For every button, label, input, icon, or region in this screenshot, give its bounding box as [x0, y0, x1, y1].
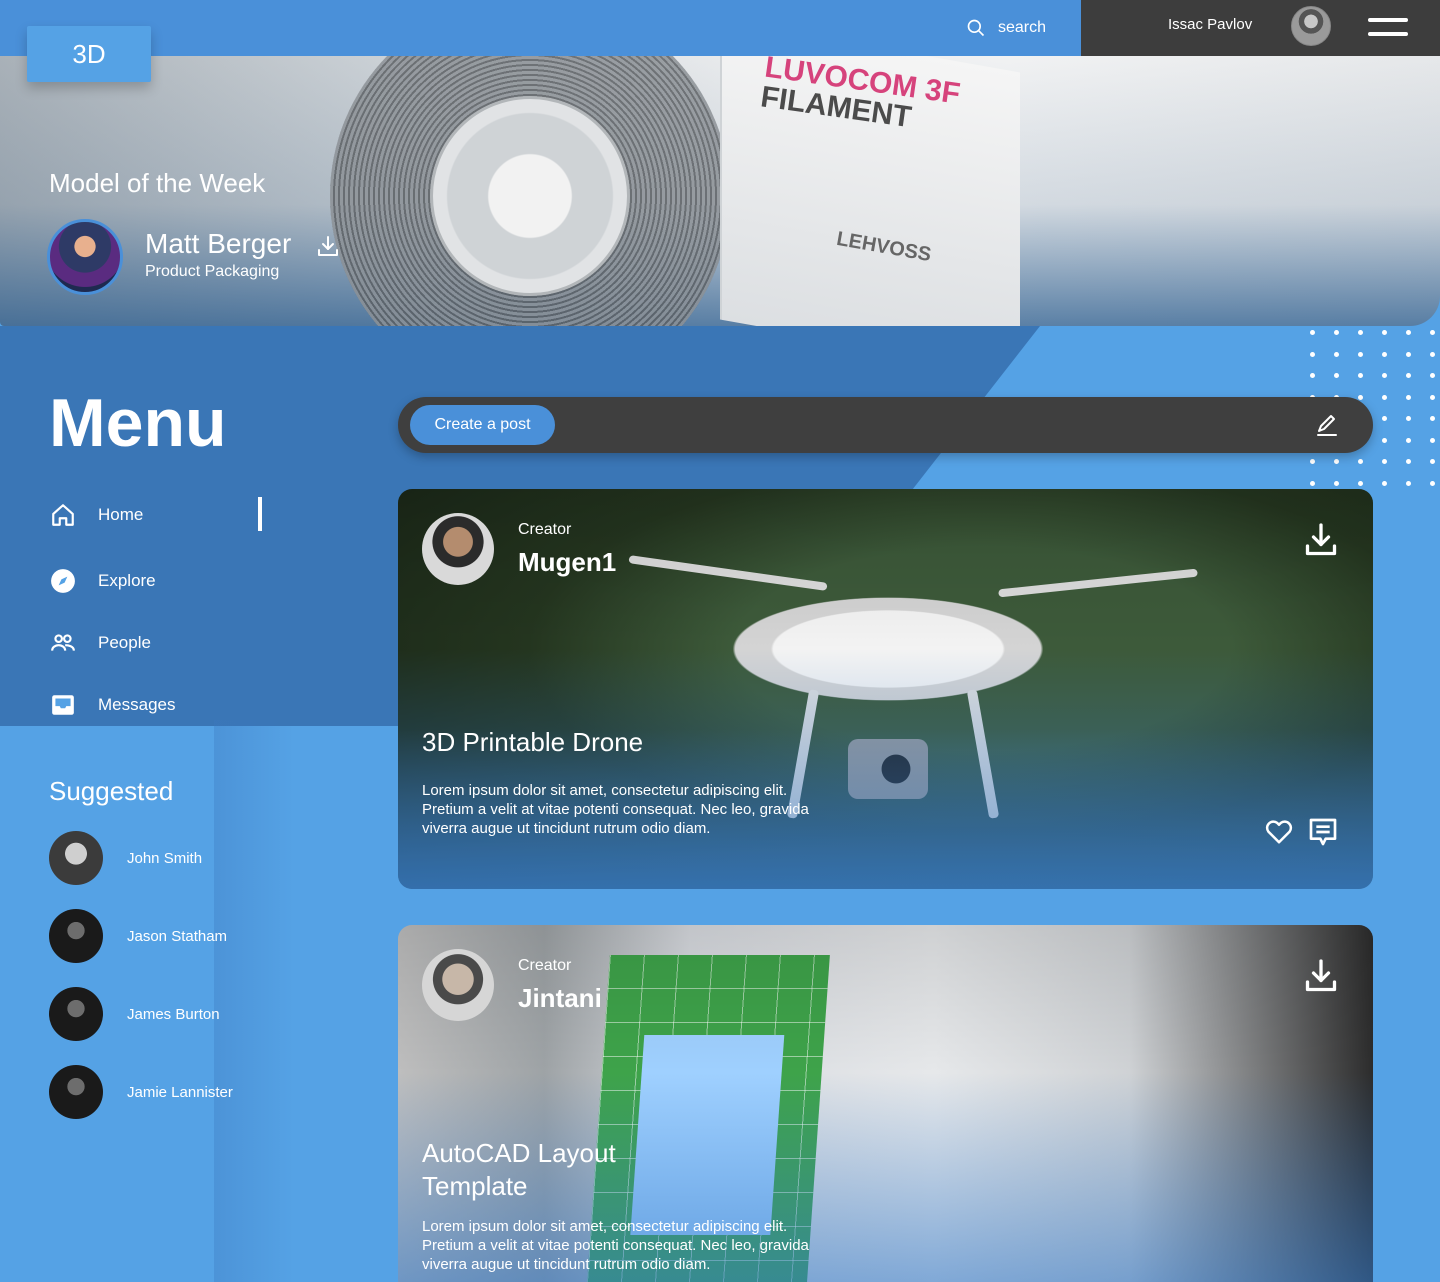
create-post-button[interactable]: Create a post [410, 405, 555, 445]
creator-name[interactable]: Mugen1 [518, 547, 616, 578]
menu-title: Menu [49, 385, 227, 461]
post-description: Lorem ipsum dolor sit amet, consectetur … [422, 782, 809, 837]
suggested-user-name[interactable]: Jamie Lannister [127, 1084, 233, 1101]
user-avatar[interactable] [1291, 6, 1331, 46]
heart-icon[interactable] [1263, 816, 1295, 846]
suggested-user[interactable]: John Smith [49, 831, 202, 885]
user-name[interactable]: Issac Pavlov [1168, 16, 1252, 33]
creator-label: Creator [518, 521, 572, 538]
hero-banner: LUVOCOM 3F FILAMENT LEHVOSS Model of the… [0, 56, 1440, 326]
hamburger-menu-icon[interactable] [1368, 18, 1408, 36]
suggested-user-name[interactable]: John Smith [127, 850, 202, 867]
post-title[interactable]: 3D Printable Drone [422, 727, 643, 758]
featured-avatar[interactable] [47, 219, 123, 295]
compass-icon [51, 569, 75, 593]
suggested-user[interactable]: Jason Statham [49, 909, 227, 963]
post-description: Lorem ipsum dolor sit amet, consectetur … [422, 1218, 809, 1273]
sidebar-shade [214, 720, 294, 1282]
avatar[interactable] [422, 949, 494, 1021]
nav-item-messages[interactable]: Messages [50, 692, 175, 718]
active-indicator [258, 497, 262, 531]
nav-item-home[interactable]: Home [50, 502, 143, 528]
avatar[interactable] [49, 987, 103, 1041]
avatar[interactable] [49, 909, 103, 963]
home-icon [52, 504, 74, 526]
create-post-bar[interactable]: Create a post [398, 397, 1373, 453]
avatar[interactable] [49, 831, 103, 885]
avatar[interactable] [49, 1065, 103, 1119]
download-icon[interactable] [1303, 522, 1339, 558]
inbox-icon [52, 695, 74, 715]
featured-name[interactable]: Matt Berger [145, 228, 291, 260]
spool-hub [430, 96, 630, 296]
suggested-user[interactable]: Jamie Lannister [49, 1065, 233, 1119]
nav-label: Explore [98, 571, 156, 590]
creator-label: Creator [518, 957, 572, 974]
nav-label: Home [98, 505, 144, 524]
nav-item-explore[interactable]: Explore [50, 568, 156, 594]
hero-label: Model of the Week [49, 168, 266, 198]
search-box[interactable]: search [966, 15, 1046, 41]
post-card[interactable]: Creator Mugen1 3D Printable Drone Lorem … [398, 489, 1373, 889]
avatar[interactable] [422, 513, 494, 585]
creator-name[interactable]: Jintani [518, 983, 602, 1014]
download-icon[interactable] [1303, 958, 1339, 994]
nav-label: Messages [98, 695, 176, 714]
suggested-title: Suggested [49, 776, 174, 806]
top-bar: search Issac Pavlov [0, 0, 1440, 56]
post-card[interactable]: Creator Jintani AutoCAD Layout Template … [398, 925, 1373, 1282]
nav-label: People [98, 633, 151, 652]
post-title[interactable]: AutoCAD Layout Template [422, 1137, 662, 1203]
nav-item-people[interactable]: People [50, 630, 151, 656]
suggested-user[interactable]: James Burton [49, 987, 220, 1041]
people-icon [51, 634, 75, 651]
download-icon[interactable] [316, 234, 340, 258]
suggested-user-name[interactable]: James Burton [127, 1006, 220, 1023]
featured-subtitle: Product Packaging [145, 263, 280, 280]
search-icon [967, 19, 985, 37]
pencil-icon[interactable] [1315, 413, 1339, 437]
app-logo[interactable]: 3D [27, 26, 151, 82]
search-placeholder[interactable]: search [998, 19, 1046, 37]
comment-icon[interactable] [1307, 816, 1339, 848]
suggested-user-name[interactable]: Jason Statham [127, 928, 227, 945]
